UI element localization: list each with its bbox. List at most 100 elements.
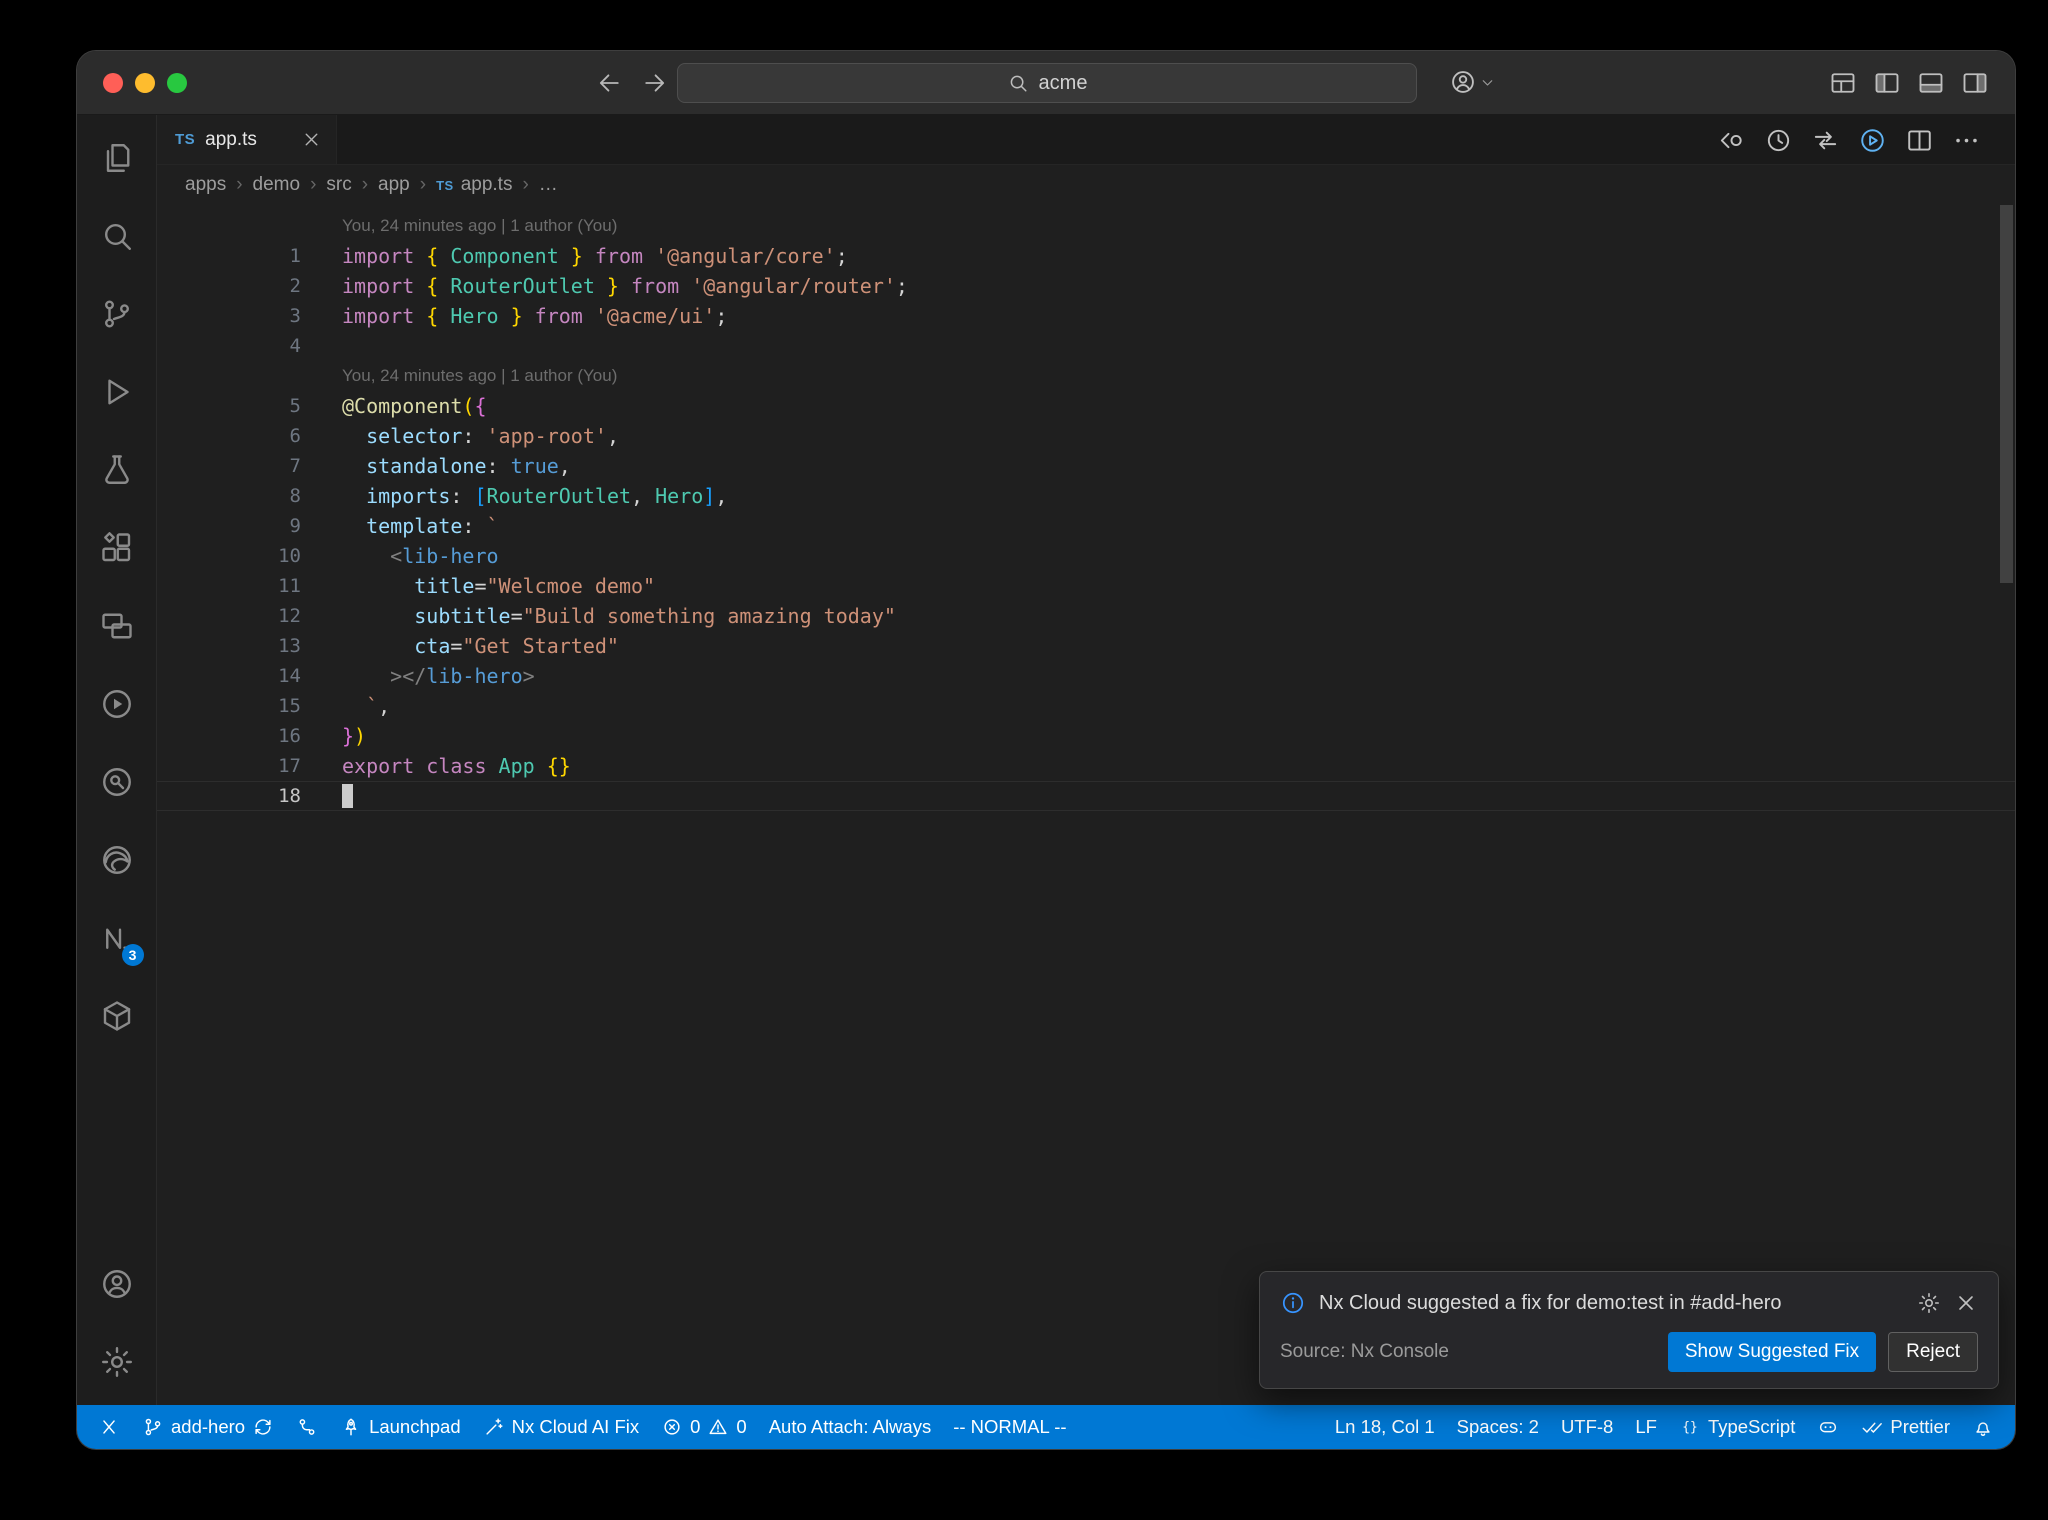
more-actions-icon[interactable] [1952, 126, 1981, 155]
run-debug-icon [99, 374, 135, 410]
error-icon [661, 1416, 683, 1438]
activity-bar-item-run-and-debug[interactable] [77, 353, 157, 431]
show-suggested-fix-button[interactable]: Show Suggested Fix [1667, 1332, 1877, 1372]
activity-bar-item-edge-tools[interactable] [77, 821, 157, 899]
activity-bar-item-explorer[interactable] [77, 119, 157, 197]
toggle-blame-icon[interactable] [1717, 126, 1746, 155]
activity-bar-bottom [77, 1245, 157, 1401]
activity-bar-item-remote-explorer[interactable] [77, 587, 157, 665]
toggle-secondary-sidebar-button[interactable] [1961, 69, 1989, 97]
activity-bar-item-run-targets[interactable] [77, 665, 157, 743]
chevron-down-icon [1479, 74, 1496, 91]
statusbar-language-mode[interactable]: {} TypeScript [1668, 1405, 1806, 1449]
line-number: 17 [278, 755, 301, 777]
code-text: <lib-hero [390, 544, 499, 568]
activity-bar-item-code-inspect[interactable] [77, 743, 157, 821]
breadcrumb-separator: › [361, 174, 369, 195]
code-line-2: 2 import { RouterOutlet } from '@angular/… [157, 271, 2015, 301]
search-value: acme [1038, 71, 1088, 94]
go-back-button[interactable] [595, 69, 623, 97]
copilot-icon [1817, 1416, 1839, 1438]
statusbar-cursor-position[interactable]: Ln 18, Col 1 [1324, 1405, 1446, 1449]
statusbar-formatter-prettier[interactable]: Prettier [1850, 1405, 1961, 1449]
code-line-10: 10 <lib-hero [157, 541, 2015, 571]
code-line-3: 3 import { Hero } from '@acme/ui'; [157, 301, 2015, 331]
activity-bar-item-source-control[interactable] [77, 275, 157, 353]
activity-bar-item-testing[interactable] [77, 431, 157, 509]
code-text: ></lib-hero> [390, 664, 535, 688]
activity-bar-item-accounts[interactable] [77, 1245, 157, 1323]
statusbar-nx-cloud-ai-fix[interactable]: Nx Cloud AI Fix [472, 1405, 651, 1449]
breadcrumb-item-demo[interactable]: demo [253, 174, 301, 196]
statusbar-problems[interactable]: 00 [650, 1405, 758, 1449]
line-number: 10 [278, 545, 301, 567]
statusbar-remote[interactable] [87, 1405, 131, 1449]
code-line-11: 11 title="Welcmoe demo" [157, 571, 2015, 601]
code-line-13: 13 cta="Get Started" [157, 631, 2015, 661]
go-forward-button[interactable] [641, 69, 669, 97]
tab-app-ts[interactable]: TS app.ts [157, 115, 337, 164]
statusbar-git-branch[interactable]: add-hero [131, 1405, 285, 1449]
status-bar: add-hero Launchpad Nx Cloud AI Fix 0 0 Auto A… [77, 1405, 2015, 1449]
breadcrumb-item-app[interactable]: app [378, 174, 410, 196]
activity-bar-item-search[interactable] [77, 197, 157, 275]
statusbar-notifications-bell[interactable] [1961, 1405, 2005, 1449]
customize-layout-button[interactable] [1829, 69, 1857, 97]
statusbar-gitlens-launchpad[interactable]: Launchpad [329, 1405, 472, 1449]
line-number: 14 [278, 665, 301, 687]
account-button[interactable] [1449, 68, 1496, 96]
breadcrumb-item-more[interactable]: … [539, 174, 558, 196]
code-line-14: 14 ></lib-hero> [157, 661, 2015, 691]
breadcrumb-separator: › [310, 174, 317, 195]
activity-bar-item-containers[interactable] [77, 977, 157, 1055]
source-control-icon [142, 1416, 164, 1438]
activity-bar-item-extensions[interactable] [77, 509, 157, 587]
toggle-primary-sidebar-button[interactable] [1873, 69, 1901, 97]
code-line-18: 18 [157, 781, 2015, 811]
code-line-5: 5 @Component({ [157, 391, 2015, 421]
statusbar-commit-graph[interactable] [285, 1405, 329, 1449]
explorer-icon [99, 140, 135, 176]
code-text [342, 781, 2015, 811]
minimize-window-button[interactable] [135, 72, 155, 93]
code-line-17: 17 export class App {} [157, 751, 2015, 781]
statusbar-auto-attach[interactable]: Auto Attach: Always [758, 1405, 942, 1449]
statusbar-encoding[interactable]: UTF-8 [1550, 1405, 1624, 1449]
double-check-icon [1861, 1416, 1883, 1438]
activity-bar-top: 3 [77, 119, 157, 1055]
open-changes-icon[interactable] [1811, 126, 1840, 155]
file-history-icon[interactable] [1764, 126, 1793, 155]
breadcrumb-item-apps[interactable]: apps [185, 174, 226, 196]
code-text: subtitle="Build something amazing today" [414, 604, 896, 628]
activity-bar-item-settings[interactable] [77, 1323, 157, 1401]
run-file-icon[interactable] [1858, 126, 1887, 155]
activity-bar-item-nx-console[interactable]: 3 [77, 899, 157, 977]
account-icon [99, 1266, 135, 1302]
statusbar-indentation[interactable]: Spaces: 2 [1446, 1405, 1550, 1449]
code-line-15: 15 `, [157, 691, 2015, 721]
scrollbar-thumb[interactable] [2000, 205, 2013, 583]
code-line-8: 8 imports: [RouterOutlet, Hero], [157, 481, 2015, 511]
notification-close-icon[interactable] [1954, 1291, 1978, 1315]
statusbar-eol[interactable]: LF [1624, 1405, 1668, 1449]
blame-annotation: You, 24 minutes ago | 1 author (You) [342, 366, 618, 385]
close-window-button[interactable] [103, 72, 123, 93]
edge-tools-icon [99, 842, 135, 878]
breadcrumb-item-app.ts[interactable]: TS app.ts [436, 174, 512, 196]
zoom-window-button[interactable] [167, 72, 187, 93]
tab-close-icon[interactable] [301, 129, 322, 150]
command-center-search[interactable]: acme [677, 63, 1417, 103]
notification-settings-icon[interactable] [1917, 1291, 1941, 1315]
warning-icon [707, 1416, 729, 1438]
statusbar-copilot[interactable] [1806, 1405, 1850, 1449]
code-text: export class App {} [342, 754, 571, 778]
workbench: 3 TS app.ts apps › demo › src › app › TS app.ts ›…… [77, 115, 2015, 1405]
statusbar-vim-mode[interactable]: -- NORMAL -- [942, 1405, 1077, 1449]
search-icon [99, 218, 135, 254]
breadcrumb-separator: › [236, 174, 243, 195]
breadcrumb-item-src[interactable]: src [326, 174, 351, 196]
editor[interactable]: You, 24 minutes ago | 1 author (You) 1 imp… [157, 205, 2015, 1405]
toggle-panel-button[interactable] [1917, 69, 1945, 97]
reject-button[interactable]: Reject [1888, 1332, 1978, 1372]
split-editor-icon[interactable] [1905, 126, 1934, 155]
